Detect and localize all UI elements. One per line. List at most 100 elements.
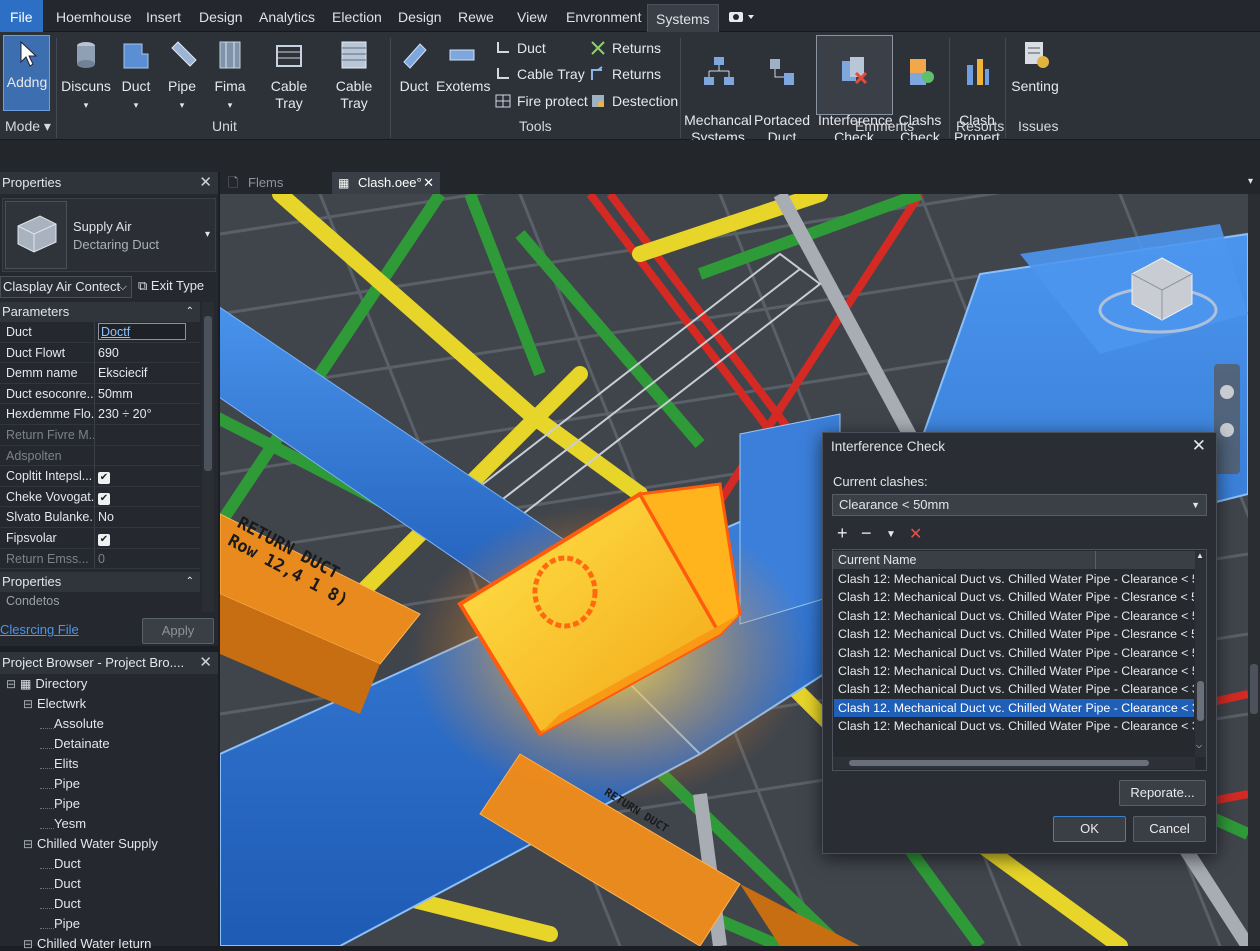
- menu-rewe[interactable]: Rewe: [450, 0, 502, 32]
- tab-flems[interactable]: 🗋 Flems: [222, 172, 330, 194]
- tree-node[interactable]: Duct: [40, 856, 81, 871]
- parameter-row[interactable]: Return Emss... 0: [0, 548, 200, 570]
- mechanical-systems-button[interactable]: Mechancal Systems: [684, 38, 752, 146]
- adding-button[interactable]: Addng: [4, 40, 50, 91]
- parameter-row[interactable]: Slvato Bulanke... No: [0, 507, 200, 528]
- clash-list-item[interactable]: Clash 12: Mechanical Duct vs. Chilled Wa…: [834, 607, 1194, 625]
- tools-duct-button[interactable]: Duct: [394, 38, 434, 95]
- small-duct-button[interactable]: Duct: [495, 38, 546, 58]
- viewport-scrollbar[interactable]: [1248, 194, 1260, 946]
- parameter-row[interactable]: Hexdemme Flo... 230 ÷ 20°: [0, 404, 200, 425]
- tree-node[interactable]: Duct: [40, 876, 81, 891]
- tree-node[interactable]: Detainate: [40, 736, 110, 751]
- expand-icon[interactable]: ⊟: [23, 837, 37, 851]
- cable-tray-button[interactable]: Cable Tray: [256, 38, 322, 112]
- parameters-section[interactable]: Parameters ⌃: [0, 302, 200, 322]
- checkbox-icon[interactable]: ✔: [98, 472, 110, 485]
- browser-close-icon[interactable]: ✕: [199, 652, 212, 674]
- duct-button[interactable]: Duct ▾: [116, 38, 156, 114]
- menu-analytics[interactable]: Analytics: [251, 0, 323, 32]
- checkbox-icon[interactable]: ✔: [98, 492, 110, 505]
- cable-tray-button-2[interactable]: Cable Tray: [322, 38, 386, 112]
- current-name-column-header[interactable]: Current Name: [833, 551, 1195, 569]
- clash-list-item[interactable]: Clash 12: Mechanical Duct vs. Chilled Wa…: [834, 625, 1194, 643]
- parameter-row[interactable]: Duct Flowt 690: [0, 342, 200, 364]
- exotems-button[interactable]: Exotems: [436, 38, 490, 95]
- tree-node[interactable]: Pipe: [40, 776, 80, 791]
- tree-node[interactable]: Pipe: [40, 796, 80, 811]
- clash-list-item[interactable]: Clash 12: Mechanical Duct vs. Chilled Wa…: [834, 662, 1194, 680]
- properties-close-icon[interactable]: ✕: [199, 172, 212, 194]
- expand-icon[interactable]: ⊟: [6, 677, 20, 691]
- menu-design-2[interactable]: Design: [390, 0, 450, 32]
- ok-button[interactable]: OK: [1053, 816, 1126, 842]
- parameter-row[interactable]: Fipsvolar ✔: [0, 528, 200, 549]
- small-cable-tray-button[interactable]: Cable Tray: [495, 64, 585, 84]
- clash-list-item[interactable]: Clash 12: Mechanical Duct vs. Chilled Wa…: [834, 644, 1194, 662]
- checkbox-icon[interactable]: ✔: [98, 534, 110, 546]
- parameter-row[interactable]: Demm name Eksciecif: [0, 363, 200, 384]
- clash-list-hscrollbar[interactable]: [833, 757, 1195, 769]
- parameter-row[interactable]: Adspolten: [0, 445, 200, 467]
- fima-button[interactable]: Fima ▾: [208, 38, 252, 114]
- delete-clash-icon[interactable]: ✕: [909, 524, 922, 544]
- cancel-button[interactable]: Cancel: [1133, 816, 1206, 842]
- tree-node[interactable]: Pipe: [40, 916, 80, 931]
- menu-election[interactable]: Election: [324, 0, 390, 32]
- tab-overflow-icon[interactable]: ▾: [1248, 176, 1253, 187]
- report-button[interactable]: Reporate...: [1119, 780, 1206, 806]
- clash-list-item[interactable]: Clash 12: Mechanical Duct vs. Chilled Wa…: [834, 717, 1194, 735]
- returns-button[interactable]: Returns: [590, 38, 661, 58]
- tree-node[interactable]: Yesm: [40, 816, 86, 831]
- tree-node[interactable]: Duct: [40, 896, 81, 911]
- parameter-row[interactable]: Duct Doctf: [0, 322, 200, 343]
- properties-section-2[interactable]: Properties ⌃: [0, 572, 200, 592]
- parameter-row[interactable]: Duct esoconre... 50mm: [0, 383, 200, 405]
- parameter-row[interactable]: Return Fivre M...: [0, 425, 200, 446]
- tree-node[interactable]: ⊟ ▦ Directory: [6, 676, 87, 691]
- menu-file[interactable]: File: [0, 0, 43, 32]
- parameter-edit-field[interactable]: Doctf: [98, 323, 186, 340]
- parameter-row[interactable]: Copltit Intepsl... ✔: [0, 466, 200, 487]
- clash-list-item[interactable]: Clash 12: Mechanical Duct vs. Chilled Wa…: [834, 680, 1194, 698]
- tree-node[interactable]: Assolute: [40, 716, 104, 731]
- instance-filter-select[interactable]: Clasplay Air Contect ⌵: [0, 276, 132, 298]
- tree-node[interactable]: ⊟ Electwrk: [23, 696, 86, 711]
- apply-button[interactable]: Apply: [142, 618, 214, 644]
- navigation-bar[interactable]: [1214, 364, 1240, 474]
- clash-list-item[interactable]: Clash 12: Mechanical Duct vs. Chilled Wa…: [834, 588, 1194, 606]
- tab-clash[interactable]: ▦ Clash.oee° ✕: [332, 172, 440, 194]
- move-down-icon[interactable]: ▼: [886, 529, 896, 540]
- clash-list-item[interactable]: Clash 12. Mechanical Duct vc. Chilled Wa…: [834, 698, 1194, 717]
- type-selector[interactable]: Supply Air Dectaring Duct ▾: [2, 198, 216, 272]
- clash-list-scrollbar[interactable]: ▲ ⌵: [1195, 551, 1206, 757]
- tree-node[interactable]: ⊟ Chilled Water Supply: [23, 836, 158, 851]
- destection-button[interactable]: Destection: [590, 91, 678, 111]
- clearance-filter-select[interactable]: Clearance < 50mm ▼: [832, 494, 1207, 516]
- expand-icon[interactable]: ⊟: [23, 937, 37, 951]
- mode-dropdown[interactable]: Mode ▾: [5, 118, 51, 135]
- returns-button-2[interactable]: Returns: [590, 64, 661, 84]
- menu-insert[interactable]: Insert: [138, 0, 189, 32]
- fire-protect-button[interactable]: Fire protect: [495, 91, 588, 111]
- remove-clash-icon[interactable]: −: [861, 523, 872, 544]
- senting-button[interactable]: Senting: [1010, 38, 1060, 95]
- edit-type-button[interactable]: ⧉ Exit Type: [138, 278, 204, 294]
- tree-node[interactable]: Elits: [40, 756, 79, 771]
- clash-list-item[interactable]: Clash 12: Mechanical Duct vs. Chilled Wa…: [834, 570, 1194, 588]
- dialog-close-icon[interactable]: ✕: [1192, 436, 1206, 456]
- clearing-file-link[interactable]: Clesrcing File: [0, 622, 79, 637]
- menu-systems[interactable]: Systems: [647, 4, 719, 32]
- menu-view[interactable]: View: [509, 0, 555, 32]
- menu-envronment[interactable]: Envronment: [558, 0, 649, 32]
- menu-hoemhouse[interactable]: Hoemhouse: [48, 0, 140, 32]
- properties-scrollbar[interactable]: [202, 302, 214, 612]
- menu-design[interactable]: Design: [191, 0, 251, 32]
- tab-close-icon[interactable]: ✕: [423, 172, 434, 194]
- portaced-duct-button[interactable]: Portaced Duct: [754, 38, 810, 146]
- tree-node[interactable]: ⊟ Chilled Water Ieturn: [23, 936, 151, 951]
- add-clash-icon[interactable]: +: [837, 523, 848, 544]
- pipe-button[interactable]: Pipe ▾: [160, 38, 204, 114]
- parameter-row[interactable]: Cheke Vovogat... ✔: [0, 486, 200, 508]
- expand-icon[interactable]: ⊟: [23, 697, 37, 711]
